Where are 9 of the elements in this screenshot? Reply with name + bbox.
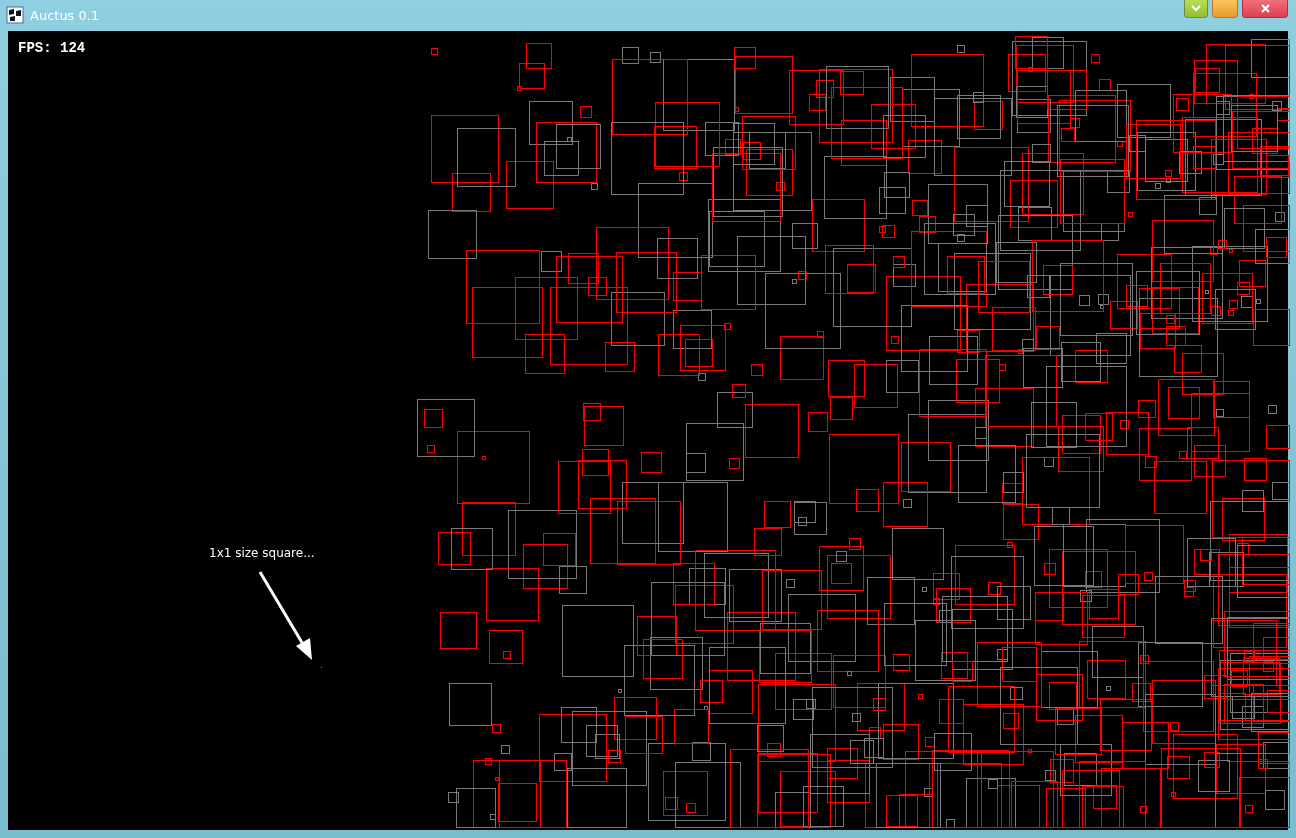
close-icon <box>1260 4 1270 13</box>
window-title: Auctus 0.1 <box>30 7 100 23</box>
annotation-label: 1x1 size square... <box>209 546 315 560</box>
app-icon <box>6 6 24 24</box>
fps-counter: FPS: 124 <box>18 40 86 56</box>
minimize-button[interactable] <box>1184 0 1208 18</box>
maximize-button[interactable] <box>1212 0 1238 18</box>
close-button[interactable] <box>1242 0 1288 18</box>
chevron-icon <box>1191 5 1201 12</box>
